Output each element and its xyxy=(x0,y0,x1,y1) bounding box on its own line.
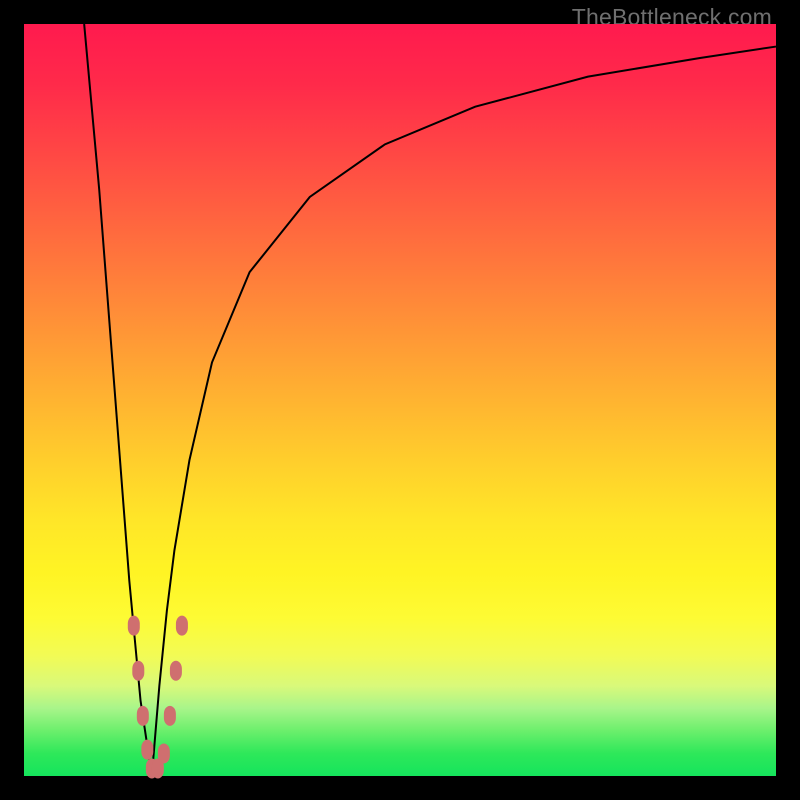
data-marker xyxy=(137,706,149,726)
data-marker xyxy=(164,706,176,726)
curve-right-ascent xyxy=(152,47,776,776)
data-marker xyxy=(132,661,144,681)
data-marker xyxy=(176,616,188,636)
data-marker xyxy=(128,616,140,636)
data-marker xyxy=(170,661,182,681)
plot-area xyxy=(24,24,776,776)
chart-frame: TheBottleneck.com xyxy=(0,0,800,800)
data-marker xyxy=(141,740,153,760)
curve-layer xyxy=(24,24,776,776)
data-marker xyxy=(158,743,170,763)
